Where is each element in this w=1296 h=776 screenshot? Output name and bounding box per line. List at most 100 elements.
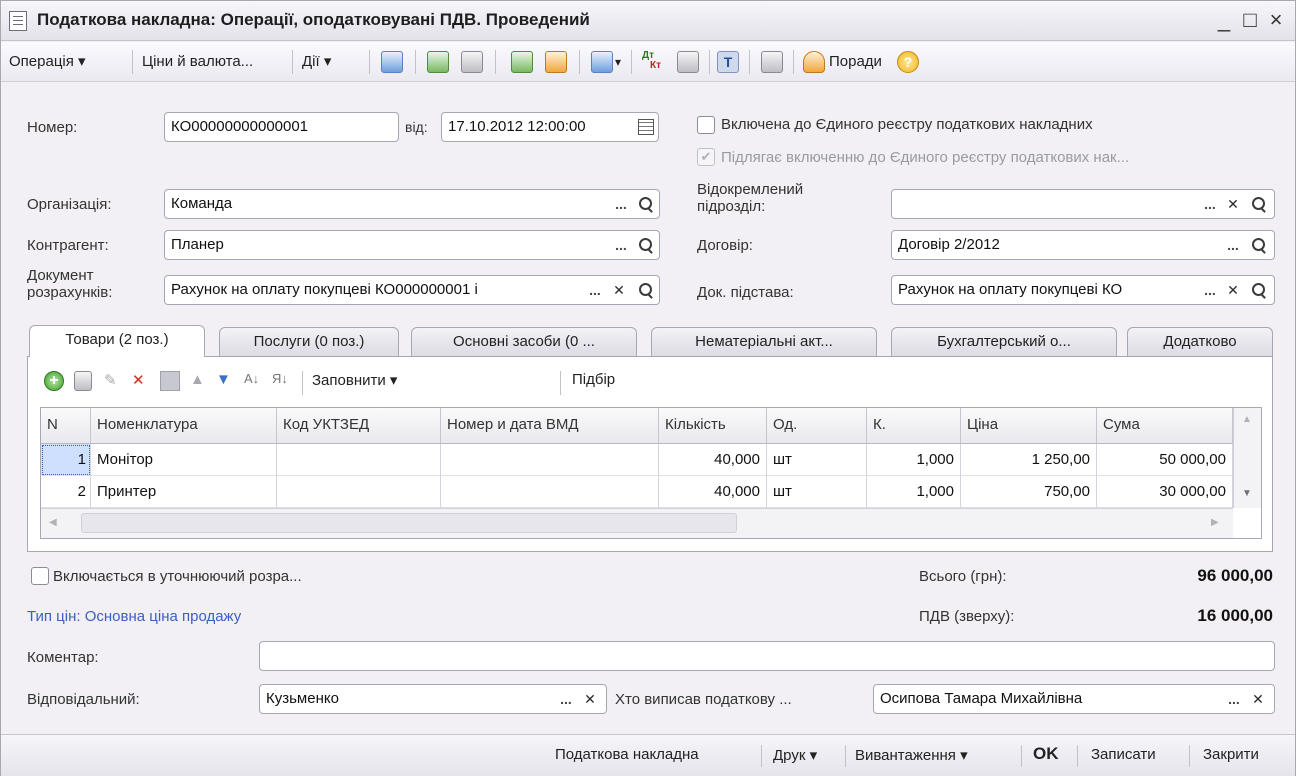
responsible-clear-icon[interactable]: ✕ <box>580 688 600 710</box>
issuer-select-button[interactable]: ... <box>1224 688 1244 710</box>
copy-icon[interactable] <box>461 51 483 73</box>
print-menu-button[interactable]: Друк ▾ <box>773 746 817 764</box>
scroll-up-arrow[interactable]: ▲ <box>1242 414 1252 425</box>
basis-clear-icon[interactable]: ✕ <box>1223 279 1243 301</box>
branch-clear-icon[interactable]: ✕ <box>1223 193 1243 215</box>
tab-fixed-assets[interactable]: Основні засоби (0 ... <box>411 327 637 357</box>
table-cell-coef[interactable]: 1,000 <box>867 444 961 476</box>
contractor-field[interactable]: Планер ... <box>164 230 660 260</box>
calendar-icon[interactable] <box>638 119 654 135</box>
operation-menu-button[interactable]: Операція ▾ <box>9 50 86 74</box>
correction-checkbox[interactable] <box>31 567 49 585</box>
branch-select-button[interactable]: ... <box>1200 193 1220 215</box>
move-down-icon[interactable]: ▼ <box>216 371 231 388</box>
contractor-search-icon[interactable] <box>635 234 655 256</box>
contract-search-icon[interactable] <box>1248 234 1268 256</box>
table-cell-customs[interactable] <box>441 476 659 508</box>
table-cell-quantity[interactable]: 40,000 <box>659 444 767 476</box>
col-header-price[interactable]: Ціна <box>961 408 1097 444</box>
tax-invoice-button[interactable]: Податкова накладна <box>555 746 699 763</box>
tab-intangible-assets[interactable]: Нематеріальні акт... <box>651 327 877 357</box>
table-cell-coef[interactable]: 1,000 <box>867 476 961 508</box>
settlement-select-button[interactable]: ... <box>585 279 605 301</box>
table-cell-sum[interactable]: 30 000,00 <box>1097 476 1233 508</box>
table-cell-n[interactable]: 1 <box>41 444 91 476</box>
contract-select-button[interactable]: ... <box>1223 234 1243 256</box>
responsible-select-button[interactable]: ... <box>556 688 576 710</box>
move-up-icon[interactable]: ▲ <box>190 371 205 388</box>
sort-asc-icon[interactable]: A↓ <box>244 371 259 386</box>
branch-field[interactable]: ... ✕ <box>891 189 1275 219</box>
prices-currency-button[interactable]: Ціни й валюта... <box>142 50 253 74</box>
col-header-customs[interactable]: Номер и дата ВМД <box>441 408 659 444</box>
settlement-doc-field[interactable]: Рахунок на оплату покупцеві КО000000001 … <box>164 275 660 305</box>
minimize-button[interactable]: _ <box>1211 7 1237 33</box>
table-cell-item[interactable]: Монітор <box>91 444 277 476</box>
close-button[interactable]: × <box>1263 7 1289 33</box>
select-button[interactable]: Підбір <box>572 371 615 388</box>
table-cell-code[interactable] <box>277 444 441 476</box>
fill-menu-button[interactable]: Заповнити ▾ <box>312 371 397 389</box>
table-cell-code[interactable] <box>277 476 441 508</box>
issuer-field[interactable]: Осипова Тамара Михайлівна ... ✕ <box>873 684 1275 714</box>
goto-dropdown-arrow[interactable]: ▾ <box>615 50 621 74</box>
scroll-down-arrow[interactable]: ▼ <box>1242 488 1252 499</box>
export-icon[interactable] <box>511 51 533 73</box>
refresh-icon[interactable] <box>427 51 449 73</box>
col-header-unit[interactable]: Од. <box>767 408 867 444</box>
table-cell-customs[interactable] <box>441 444 659 476</box>
table-cell-n[interactable]: 2 <box>41 476 91 508</box>
post-icon[interactable] <box>381 51 403 73</box>
table-cell-unit[interactable]: шт <box>767 444 867 476</box>
tips-button[interactable]: Поради <box>829 50 882 74</box>
table-cell-price[interactable]: 750,00 <box>961 476 1097 508</box>
price-type-link[interactable]: Тип цін: Основна ціна продажу <box>27 608 241 625</box>
tab-accounting[interactable]: Бухгалтерський о... <box>891 327 1117 357</box>
table-cell-quantity[interactable]: 40,000 <box>659 476 767 508</box>
scroll-right-arrow[interactable]: ▶ <box>1211 517 1219 528</box>
structure-icon[interactable] <box>761 51 783 73</box>
add-row-icon[interactable]: + <box>44 371 64 391</box>
help-icon[interactable]: ? <box>897 51 919 73</box>
number-field[interactable]: КО00000000000001 <box>164 112 399 142</box>
col-header-sum[interactable]: Сума <box>1097 408 1233 444</box>
organization-search-icon[interactable] <box>635 193 655 215</box>
table-cell-unit[interactable]: шт <box>767 476 867 508</box>
table-cell-sum[interactable]: 50 000,00 <box>1097 444 1233 476</box>
basis-search-icon[interactable] <box>1248 279 1268 301</box>
contractor-select-button[interactable]: ... <box>611 234 631 256</box>
end-edit-icon[interactable] <box>160 371 180 391</box>
scroll-thumb[interactable] <box>81 513 737 533</box>
table-vertical-scrollbar[interactable]: ▲ ▼ <box>1233 408 1261 508</box>
comment-field[interactable] <box>259 641 1275 671</box>
date-field[interactable]: 17.10.2012 12:00:00 <box>441 112 659 142</box>
text-toggle-icon[interactable]: T <box>717 51 739 73</box>
save-button[interactable]: Записати <box>1091 746 1156 763</box>
col-header-n[interactable]: N <box>41 408 91 444</box>
organization-select-button[interactable]: ... <box>611 193 631 215</box>
col-header-quantity[interactable]: Кількість <box>659 408 767 444</box>
tab-goods[interactable]: Товари (2 поз.) <box>29 325 205 357</box>
sort-desc-icon[interactable]: Я↓ <box>272 371 288 386</box>
close-form-button[interactable]: Закрити <box>1203 746 1259 763</box>
report-icon[interactable] <box>677 51 699 73</box>
scroll-left-arrow[interactable]: ◀ <box>49 517 57 528</box>
settlement-clear-icon[interactable]: ✕ <box>609 279 629 301</box>
actions-menu-button[interactable]: Дії ▾ <box>302 50 331 74</box>
dtkt-icon[interactable]: Дт Кт <box>642 51 666 73</box>
goto-icon[interactable] <box>591 51 613 73</box>
col-header-item[interactable]: Номенклатура <box>91 408 277 444</box>
col-header-coef[interactable]: К. <box>867 408 961 444</box>
responsible-field[interactable]: Кузьменко ... ✕ <box>259 684 607 714</box>
contract-field[interactable]: Договір 2/2012 ... <box>891 230 1275 260</box>
edit-row-icon[interactable]: ✎ <box>104 371 117 389</box>
maximize-button[interactable]: □ <box>1237 7 1263 33</box>
settlement-search-icon[interactable] <box>635 279 655 301</box>
issuer-clear-icon[interactable]: ✕ <box>1248 688 1268 710</box>
organization-field[interactable]: Команда ... <box>164 189 660 219</box>
basis-select-button[interactable]: ... <box>1200 279 1220 301</box>
branch-search-icon[interactable] <box>1248 193 1268 215</box>
table-cell-item[interactable]: Принтер <box>91 476 277 508</box>
ok-button[interactable]: OK <box>1033 744 1059 764</box>
delete-row-icon[interactable]: ✕ <box>132 371 145 389</box>
